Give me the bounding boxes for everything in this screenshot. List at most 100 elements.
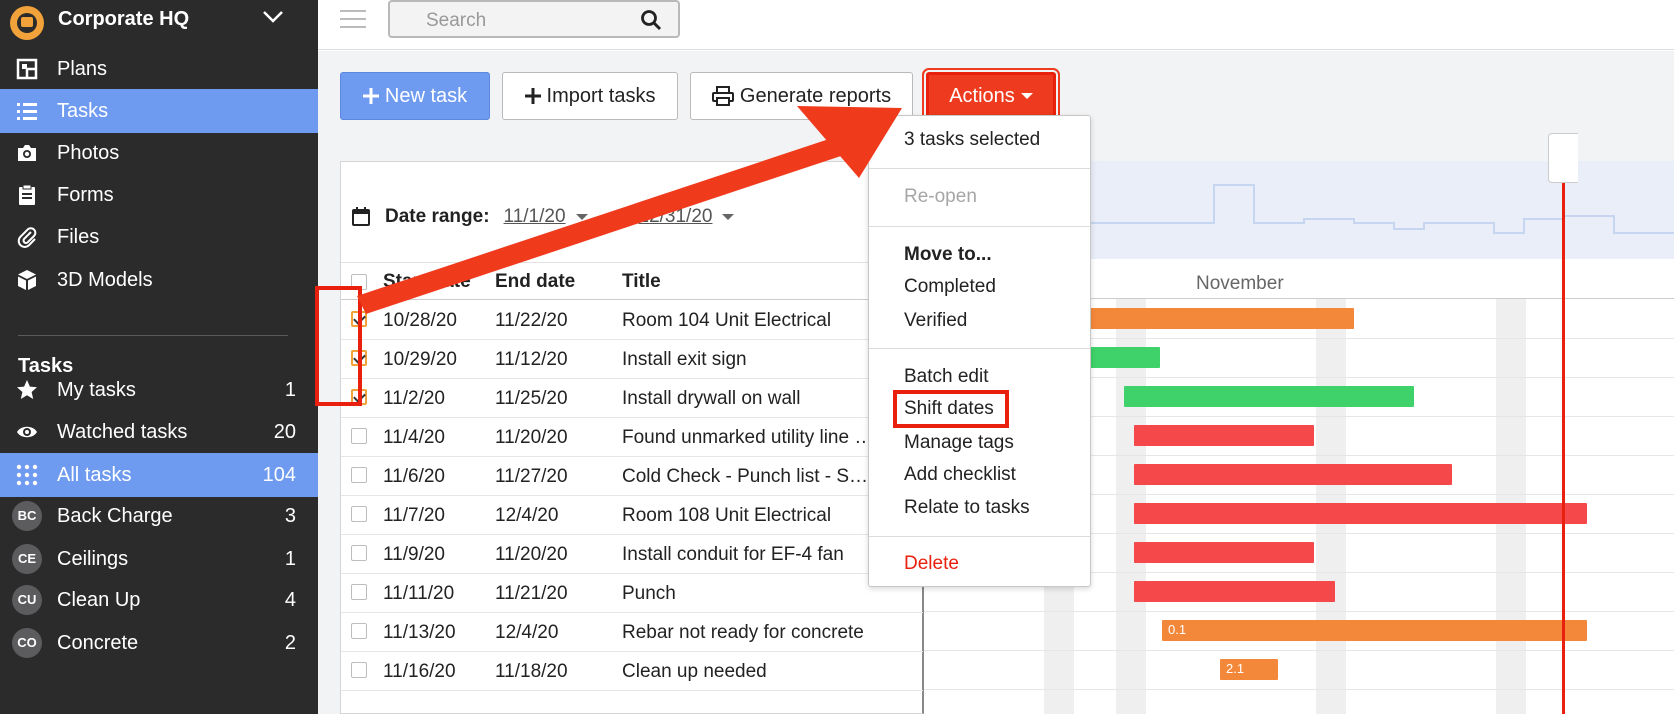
row-checkbox[interactable] [351,545,367,561]
search-icon[interactable] [640,9,662,31]
task-bar[interactable]: 0.1 [1162,620,1587,641]
menu-item-add-checklist[interactable]: Add checklist [904,464,1016,486]
end-date-cell: 11/27/20 [495,466,568,487]
start-date-cell: 11/2/20 [383,388,445,409]
bar-label: 2.1 [1226,661,1245,676]
row-checkbox[interactable] [351,584,367,600]
task-bar[interactable] [1134,581,1335,602]
table-row[interactable]: 11/11/20 11/21/20 Punch [341,573,923,613]
start-date-cell: 10/28/20 [383,310,457,331]
table-row[interactable]: 11/16/20 11/18/20 Clean up needed [341,651,923,691]
collapse-panel-tab[interactable] [1548,133,1578,183]
nav-label: Files [57,226,100,248]
filter-all-tasks[interactable]: All tasks 104 [0,453,318,497]
generate-reports-button[interactable]: Generate reports [690,72,913,120]
menu-item-manage-tags[interactable]: Manage tags [904,432,1014,454]
filter-tag-clean-up[interactable]: CU Clean Up 4 [0,578,318,622]
nav-files[interactable]: Files [0,215,318,259]
org-switcher[interactable]: Corporate HQ [0,0,318,40]
actions-button[interactable]: Actions [922,68,1060,124]
filter-label: Ceilings [57,548,129,570]
tag-badge: CE [12,544,42,574]
task-bar[interactable] [1124,386,1414,407]
table-row[interactable]: 11/4/20 11/20/20 Found unmarked utility li… [341,417,923,457]
row-checkbox[interactable] [351,662,367,678]
new-task-label: New task [384,84,468,107]
nav-3d-models[interactable]: 3D Models [0,258,318,302]
menu-item-verified[interactable]: Verified [904,310,967,332]
table-row[interactable]: 11/13/20 12/4/20 Rebar not ready for concr… [341,612,923,652]
tag-badge: CU [12,585,42,615]
start-date-cell: 11/6/20 [383,466,445,487]
title-cell: Install exit sign [622,349,747,370]
eye-icon [17,426,37,438]
filter-count: 3 [284,505,296,527]
search-input[interactable]: Search [388,0,680,38]
generate-reports-label: Generate reports [739,84,892,107]
calendar-icon [352,207,370,226]
table-row[interactable]: 11/6/20 11/27/20 Cold Check - Punch list -… [341,456,923,496]
new-task-button[interactable]: New task [340,72,490,120]
nav-forms[interactable]: Forms [0,173,318,217]
table-row[interactable]: 11/2/20 11/25/20 Install drywall on wall [341,378,923,418]
nav-plans[interactable]: Plans [0,47,318,91]
nav-photos[interactable]: Photos [0,131,318,175]
menu-item-completed[interactable]: Completed [904,276,996,298]
task-bar[interactable]: 2.1 [1220,659,1278,680]
row-checkbox[interactable] [351,623,367,639]
nav-label: 3D Models [57,269,153,291]
plus-icon [362,88,379,104]
end-date-cell: 11/25/20 [495,388,568,409]
org-logo-icon [10,6,44,40]
title-cell: Punch [622,583,676,604]
menu-item-reopen: Re-open [904,186,977,207]
column-header-start[interactable]: Start date [383,271,471,293]
menu-divider [869,348,1090,349]
filter-label: My tasks [57,379,136,401]
menu-item-delete[interactable]: Delete [904,553,959,575]
end-date-cell: 11/22/20 [495,310,568,331]
end-date-cell: 11/20/20 [495,427,568,448]
task-bar[interactable] [1134,542,1314,563]
menu-item-relate-to-tasks[interactable]: Relate to tasks [904,497,1030,519]
filter-my-tasks[interactable]: My tasks 1 [0,368,318,412]
nav-label: Forms [57,184,114,206]
start-date-cell: 11/4/20 [383,427,445,448]
nav-label: Photos [57,142,120,164]
start-date-cell: 11/16/20 [383,661,456,682]
date-from-picker[interactable]: 11/1/20 [504,206,566,228]
start-date-cell: 11/13/20 [383,622,456,643]
column-header-title[interactable]: Title [622,271,661,293]
hamburger-menu-icon[interactable] [340,8,366,30]
task-bar[interactable] [1134,503,1587,524]
date-to-picker[interactable]: 12/31/20 [639,206,713,228]
end-date-cell: 11/18/20 [495,661,568,682]
task-bar[interactable] [1134,425,1314,446]
task-bar[interactable] [1134,464,1452,485]
import-tasks-label: Import tasks [546,84,656,107]
chevron-down-icon[interactable] [262,10,284,24]
filter-watched-tasks[interactable]: Watched tasks 20 [0,410,318,454]
nav-tasks[interactable]: Tasks [0,89,318,133]
table-header: Start date End date Title [341,262,923,300]
row-checkbox[interactable] [351,428,367,444]
menu-item-batch-edit[interactable]: Batch edit [904,366,989,388]
table-row[interactable]: 10/29/20 11/12/20 Install exit sign [341,339,923,379]
row-checkbox[interactable] [351,467,367,483]
column-header-end[interactable]: End date [495,271,575,293]
arrow-right-icon: → [609,206,629,227]
menu-selected-count: 3 tasks selected [904,129,1041,150]
import-tasks-button[interactable]: Import tasks [502,72,678,120]
filter-tag-ceilings[interactable]: CE Ceilings 1 [0,537,318,581]
filter-tag-concrete[interactable]: CO Concrete 2 [0,621,318,665]
shift-dates-highlight [893,390,1009,428]
filter-tag-back-charge[interactable]: BC Back Charge 3 [0,494,318,538]
org-name: Corporate HQ [58,8,190,30]
end-date-cell: 12/4/20 [495,622,559,643]
title-cell: Rebar not ready for concrete [622,622,864,643]
caret-down-icon [1020,93,1033,99]
table-row[interactable]: 11/9/20 11/20/20 Install conduit for EF-4 … [341,534,923,574]
table-row[interactable]: 10/28/20 11/22/20 Room 104 Unit Electrical [341,300,923,340]
row-checkbox[interactable] [351,506,367,522]
table-row[interactable]: 11/7/20 12/4/20 Room 108 Unit Electrical [341,495,923,535]
